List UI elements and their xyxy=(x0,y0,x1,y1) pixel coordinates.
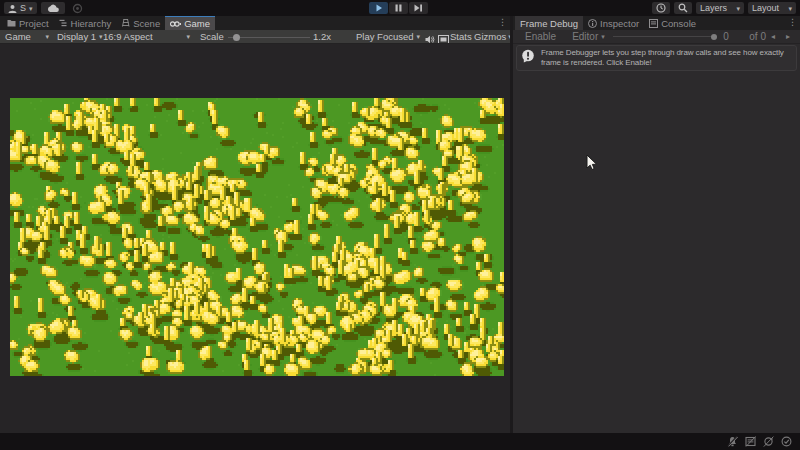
pause-button[interactable] xyxy=(389,2,408,14)
frame-debug-content xyxy=(513,73,800,433)
play-icon xyxy=(375,4,383,12)
frame-total: of 0 xyxy=(749,31,766,42)
editor-label: Editor xyxy=(572,31,598,42)
tab-inspector[interactable]: Inspector xyxy=(583,16,644,30)
tab-label: Inspector xyxy=(600,18,639,29)
console-muted-icon[interactable] xyxy=(745,436,756,447)
display-label: Display 1 xyxy=(57,31,96,42)
gizmos-label: Gizmos xyxy=(474,31,506,42)
tab-hierarchy[interactable]: Hierarchy xyxy=(54,16,117,30)
right-tab-bar: Frame Debug Inspector Console ⋮ xyxy=(513,16,800,30)
game-panel: Project Hierarchy Scene Game ⋮ Game ▾ xyxy=(0,16,510,433)
account-button[interactable]: S ▾ xyxy=(4,2,37,14)
step-button[interactable] xyxy=(409,2,428,14)
frame-debugger-help-box: Frame Debugger lets you step through dra… xyxy=(516,45,797,71)
mouse-cursor xyxy=(586,154,598,172)
stats-toggle[interactable]: Stats xyxy=(450,30,472,43)
tab-frame-debug[interactable]: Frame Debug xyxy=(515,16,583,30)
step-icon xyxy=(414,4,423,12)
game-view-toolbar: Game ▾ Display 1 ▾ 16:9 Aspect ▾ Scale 1… xyxy=(0,30,510,44)
layers-dropdown[interactable]: Layers ▾ xyxy=(696,2,744,14)
gizmos-dropdown[interactable]: Gizmos ▾ xyxy=(474,30,510,43)
game-icon xyxy=(170,20,181,28)
vsync-icon[interactable] xyxy=(438,33,449,45)
play-controls xyxy=(369,2,428,14)
scale-slider-handle[interactable] xyxy=(233,34,240,41)
user-icon xyxy=(8,4,17,13)
chevron-down-icon: ▾ xyxy=(29,5,33,12)
bell-muted-icon[interactable] xyxy=(727,436,738,447)
help-text: Frame Debugger lets you step through dra… xyxy=(541,48,792,68)
left-panel-menu-icon[interactable]: ⋮ xyxy=(498,17,507,27)
game-mode-dropdown[interactable]: Game ▾ xyxy=(5,30,49,43)
check-circle-icon[interactable] xyxy=(781,436,792,447)
history-button[interactable] xyxy=(652,2,670,14)
tab-label: Game xyxy=(184,18,210,29)
tab-label: Scene xyxy=(133,18,160,29)
layout-label: Layout xyxy=(752,3,779,13)
enable-button[interactable]: Enable xyxy=(525,31,556,42)
chevron-down-icon: ▾ xyxy=(788,5,792,12)
game-view-area xyxy=(0,44,510,433)
services-icon[interactable] xyxy=(72,3,83,14)
frame-slider[interactable] xyxy=(613,36,718,37)
console-icon xyxy=(649,19,658,28)
tab-label: Hierarchy xyxy=(71,18,112,29)
game-viewport[interactable] xyxy=(10,98,504,376)
folder-icon xyxy=(7,19,16,27)
scene-grid-icon xyxy=(121,19,130,27)
inspector-icon xyxy=(588,19,597,28)
tab-console[interactable]: Console xyxy=(644,16,701,30)
cloud-icon xyxy=(47,4,59,12)
play-button[interactable] xyxy=(369,2,388,14)
next-frame-button[interactable]: ▸ xyxy=(786,32,790,41)
play-focused-label: Play Focused xyxy=(356,31,414,42)
audio-icon[interactable] xyxy=(425,33,435,45)
search-icon xyxy=(678,3,688,13)
pause-icon xyxy=(395,4,402,12)
editor-dropdown[interactable]: Editor ▾ xyxy=(572,31,605,42)
display-dropdown[interactable]: Display 1 ▾ xyxy=(57,30,103,43)
aspect-label: 16:9 Aspect xyxy=(103,31,153,42)
tab-project[interactable]: Project xyxy=(2,16,54,30)
play-focused-dropdown[interactable]: Play Focused ▾ xyxy=(356,30,420,43)
history-icon xyxy=(656,3,666,13)
info-bubble-icon xyxy=(521,49,535,63)
frame-debug-toolbar: Enable Editor ▾ 0 of 0 ◂ ▸ xyxy=(513,30,800,44)
status-bar xyxy=(0,433,800,450)
left-tab-bar: Project Hierarchy Scene Game ⋮ xyxy=(0,16,510,30)
tab-label: Project xyxy=(19,18,49,29)
tab-scene[interactable]: Scene xyxy=(116,16,165,30)
chevron-down-icon: ▾ xyxy=(736,5,740,12)
cloud-button[interactable] xyxy=(41,2,65,14)
frame-slider-handle[interactable] xyxy=(711,34,717,40)
prev-frame-button[interactable]: ◂ xyxy=(771,32,775,41)
tab-label: Console xyxy=(661,18,696,29)
right-panel-menu-icon[interactable]: ⋮ xyxy=(788,17,797,27)
scale-label: Scale xyxy=(200,30,224,43)
aspect-dropdown[interactable]: 16:9 Aspect ▾ xyxy=(103,30,190,43)
frame-debug-panel: Frame Debug Inspector Console ⋮ Enable E… xyxy=(513,16,800,433)
game-mode-label: Game xyxy=(5,31,31,42)
tab-label: Frame Debug xyxy=(520,18,578,29)
refresh-muted-icon[interactable] xyxy=(763,436,774,447)
title-bar: S ▾ Layers ▾ Layout ▾ xyxy=(0,0,800,16)
scale-slider[interactable] xyxy=(228,37,310,38)
layers-label: Layers xyxy=(700,3,727,13)
tab-game[interactable]: Game xyxy=(165,16,215,30)
account-label: S xyxy=(20,3,26,13)
scale-value: 1.2x xyxy=(313,30,331,43)
layout-dropdown[interactable]: Layout ▾ xyxy=(748,2,796,14)
frame-value: 0 xyxy=(723,31,749,42)
search-button[interactable] xyxy=(674,2,692,14)
hierarchy-icon xyxy=(59,19,68,27)
